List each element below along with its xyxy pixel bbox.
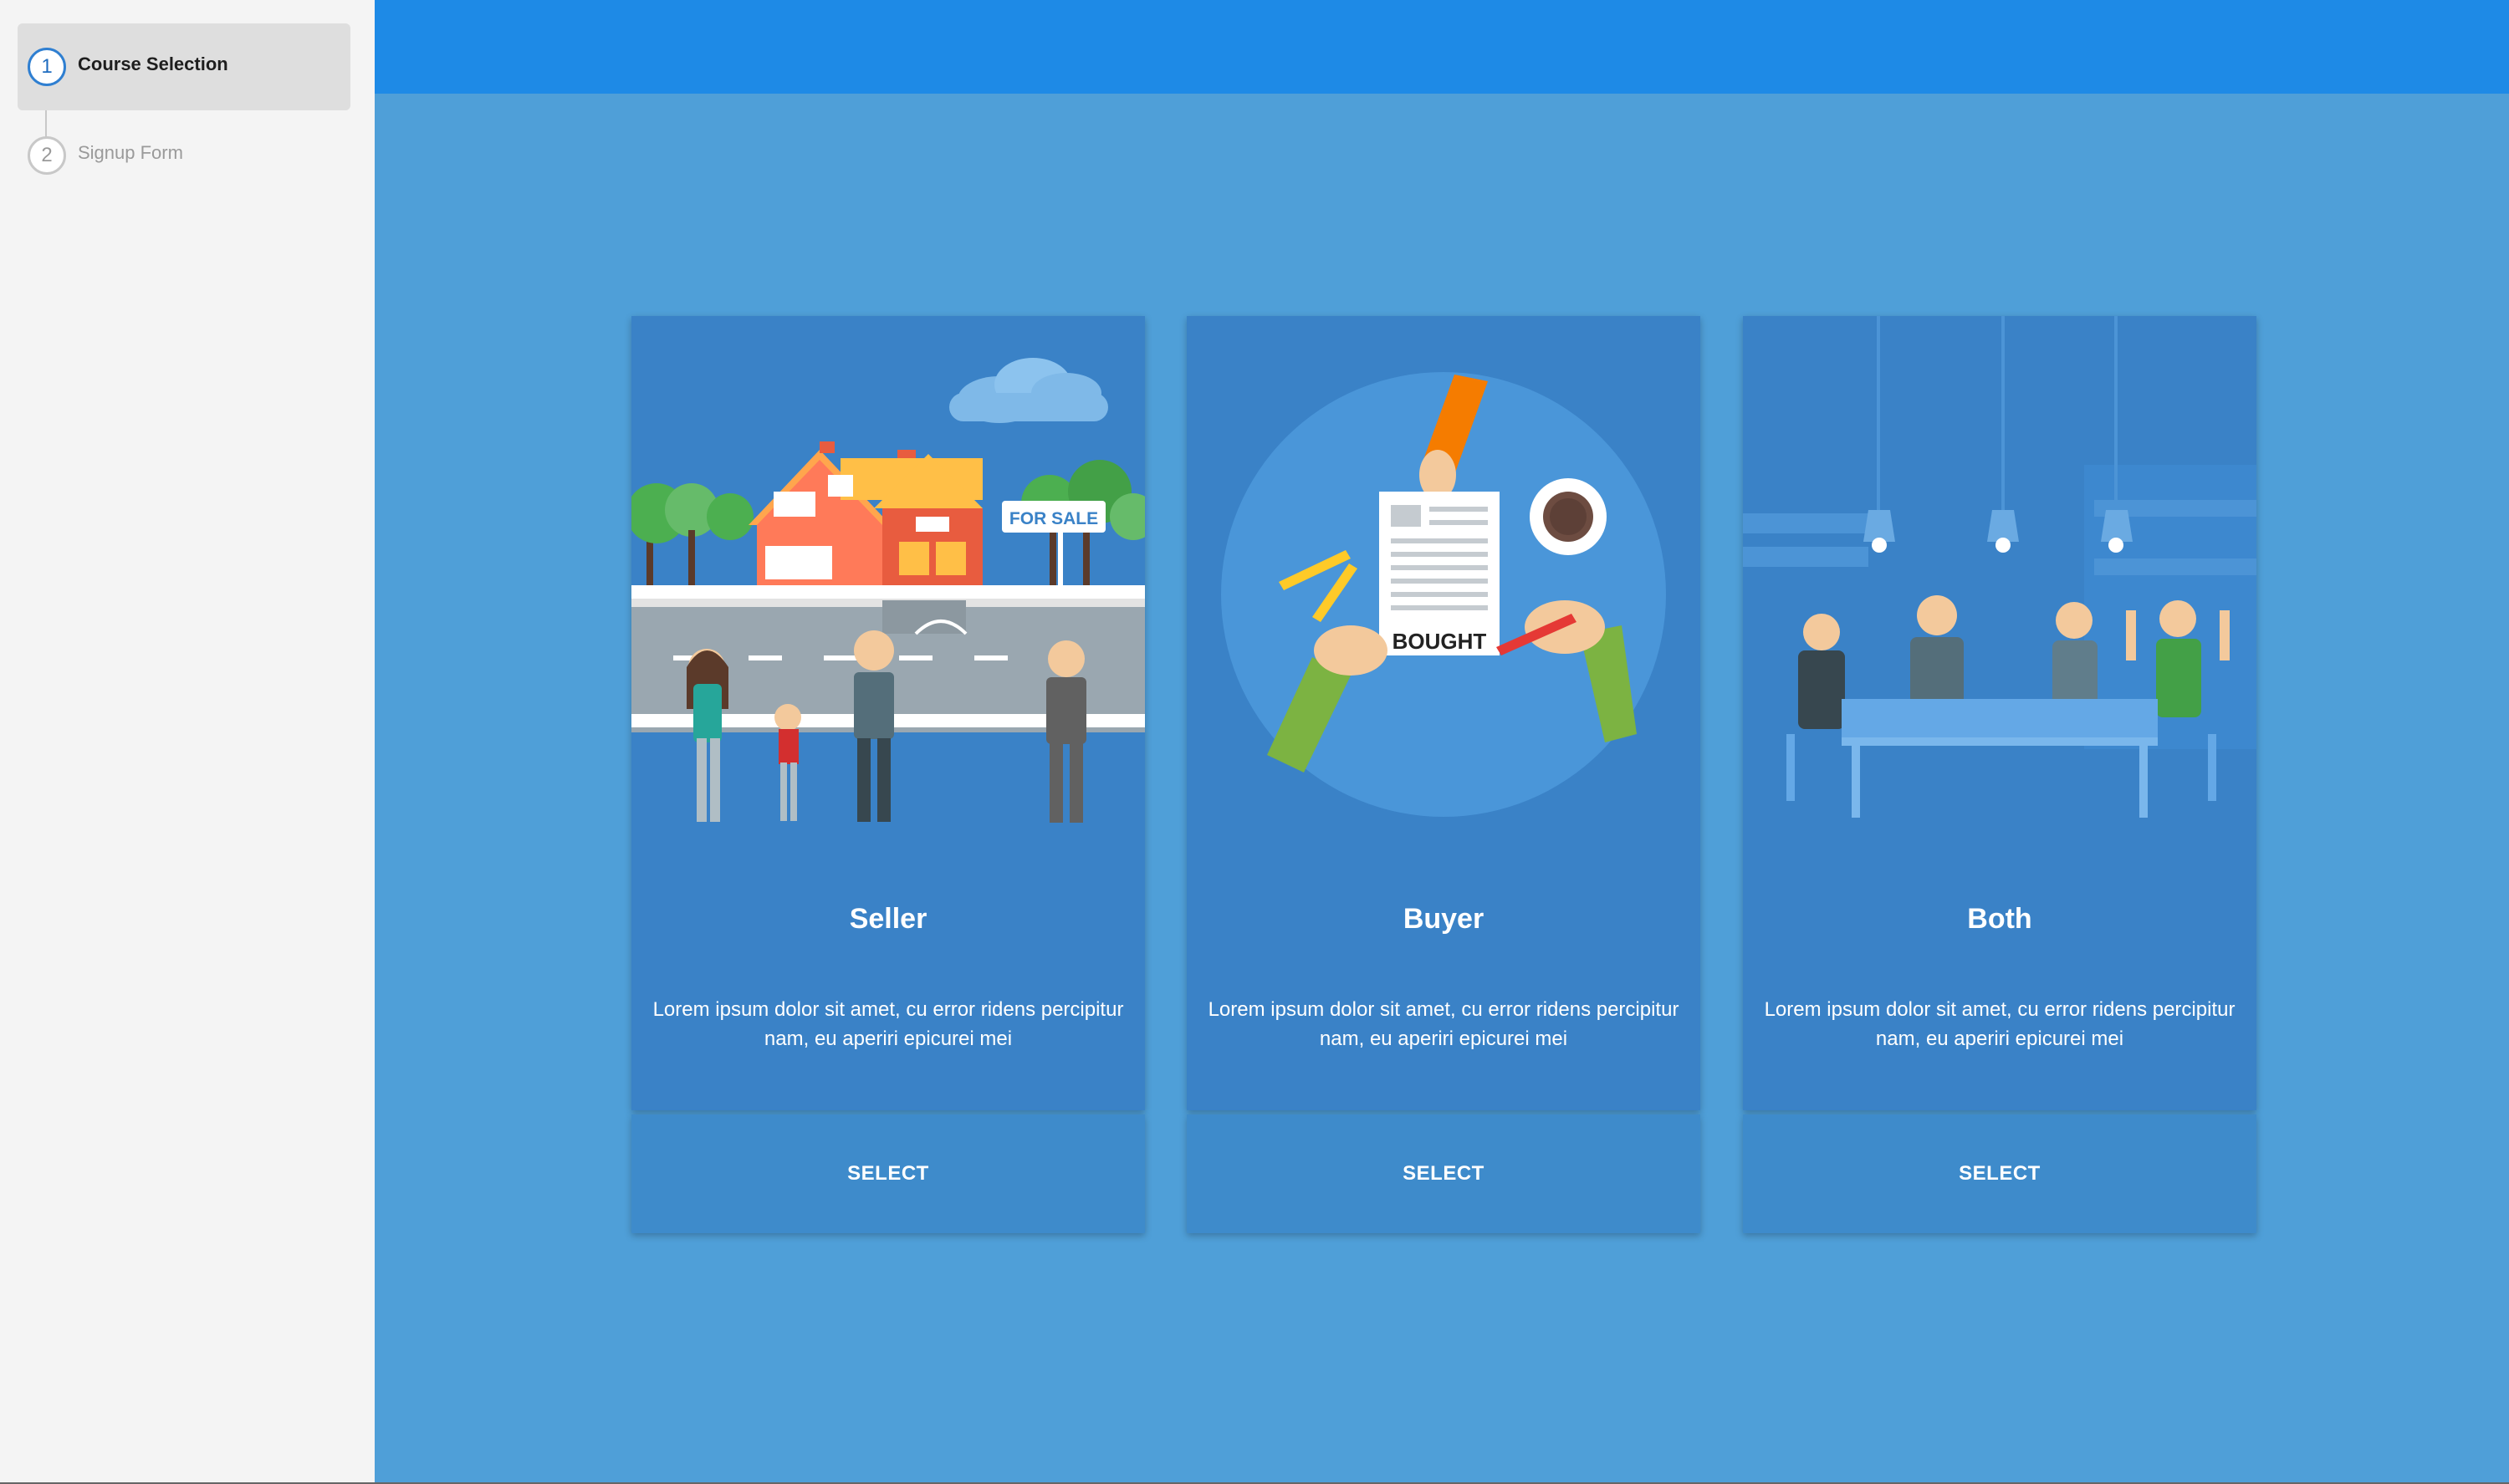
meeting-table-icon [1786, 699, 2216, 818]
coffee-cup-icon [1530, 478, 1607, 555]
both-title: Both [1967, 903, 2032, 935]
seller-description: Lorem ipsum dolor sit amet, cu error rid… [652, 998, 1124, 1050]
bought-text: BOUGHT [1392, 629, 1487, 654]
for-sale-text: FOR SALE [1009, 509, 1098, 528]
buyer-title: Buyer [1403, 903, 1484, 935]
step-course-selection[interactable]: 1 Course Selection [18, 23, 350, 110]
step-signup-form[interactable]: 2 Signup Form [18, 112, 350, 199]
both-description: Lorem ipsum dolor sit amet, cu error rid… [1764, 998, 2236, 1050]
both-illustration [1743, 316, 2256, 818]
seller-title: Seller [849, 903, 927, 935]
stepper-sidebar: 1 Course Selection 2 Signup Form [0, 0, 375, 1484]
step-label-signup-form: Signup Form [78, 142, 183, 163]
buyer-description: Lorem ipsum dolor sit amet, cu error rid… [1208, 998, 1679, 1050]
step-number-2: 2 [28, 136, 66, 175]
seller-select-button[interactable]: SELECT [631, 1114, 1145, 1233]
house-icon [749, 441, 983, 592]
step-label-course-selection: Course Selection [78, 54, 228, 74]
seller-card: FOR SALE Seller Lorem ipsum dolor sit am… [631, 316, 1145, 1110]
step-number-1: 1 [28, 48, 66, 86]
buyer-illustration: BOUGHT [1221, 372, 1666, 817]
document-icon: BOUGHT [1379, 492, 1500, 655]
buyer-card: BOUGHT Buyer Lorem ipsum dolor sit amet,… [1187, 316, 1700, 1110]
both-card: Both Lorem ipsum dolor sit amet, cu erro… [1743, 316, 2256, 1110]
cloud-icon [949, 358, 1108, 423]
seller-illustration: FOR SALE [631, 358, 1145, 823]
both-select-button[interactable]: SELECT [1743, 1114, 2256, 1233]
top-app-bar [375, 0, 2509, 94]
buyer-select-button[interactable]: SELECT [1187, 1114, 1700, 1233]
